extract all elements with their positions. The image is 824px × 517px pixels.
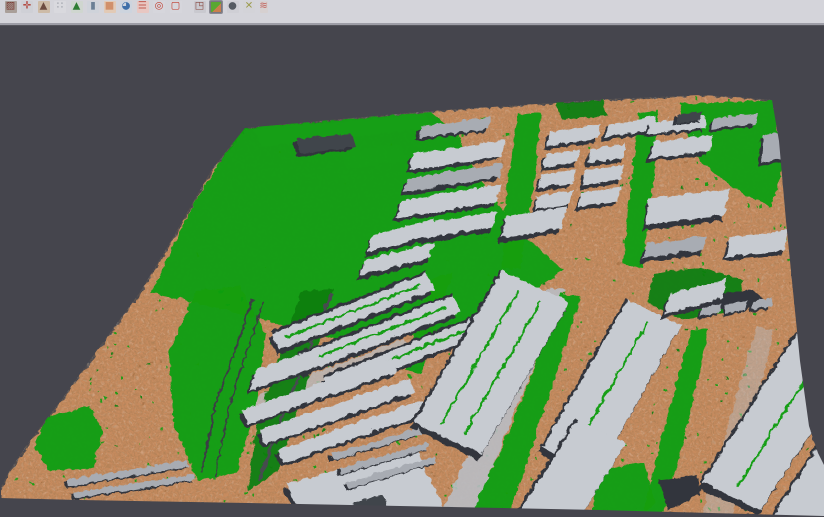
globe-3d-icon-glyph: ◕ xyxy=(122,1,131,13)
measure-icon-glyph: ✕ xyxy=(245,1,253,13)
profile-view-icon[interactable]: ▮ xyxy=(87,1,99,13)
clip-region-icon[interactable]: ◳ xyxy=(194,1,206,13)
sphere-render-icon[interactable]: ● xyxy=(227,1,239,13)
ortho-view-icon[interactable]: ■ xyxy=(104,1,116,13)
tools-icon[interactable]: ≋ xyxy=(260,1,268,13)
measure-icon[interactable]: ✕ xyxy=(243,1,255,13)
tin-surface-icon[interactable]: ▲ xyxy=(71,1,83,13)
zoom-extent-icon[interactable]: ▢ xyxy=(170,1,182,13)
target-select-icon[interactable]: ◎ xyxy=(153,1,165,13)
scene-canvas xyxy=(0,26,824,517)
zoom-extent-icon-glyph: ▢ xyxy=(171,1,180,13)
pan-move-icon-glyph: ✛ xyxy=(23,1,31,13)
point-cloud-icon-glyph: ∷ xyxy=(57,1,63,13)
open-file-icon[interactable]: ▨ xyxy=(5,1,17,13)
tin-surface-icon-glyph: ▲ xyxy=(73,1,81,13)
terrain-mountain-icon-glyph: ▲ xyxy=(40,1,48,13)
elevation-layers-icon[interactable]: ☰ xyxy=(137,1,149,13)
profile-view-icon-glyph: ▮ xyxy=(90,1,96,13)
ortho-view-icon-glyph: ■ xyxy=(105,1,114,13)
globe-3d-icon[interactable]: ◕ xyxy=(120,1,132,13)
building xyxy=(757,128,800,165)
application-window: ▨ ✛ ▲ ∷ ▲ ▮ ■ ◕ ☰ ◎ ▢ ◳ ● ✕ ≋ xyxy=(0,0,824,517)
terrain-scene xyxy=(0,26,824,517)
classification-colors-icon[interactable] xyxy=(210,1,222,13)
tools-icon-glyph: ≋ xyxy=(260,1,268,13)
elevation-layers-icon-glyph: ☰ xyxy=(138,1,147,13)
terrain-mountain-icon[interactable]: ▲ xyxy=(38,1,50,13)
viewport-3d[interactable] xyxy=(0,25,824,517)
open-file-icon-glyph: ▨ xyxy=(6,1,15,13)
clip-region-icon-glyph: ◳ xyxy=(195,1,204,13)
vegetation-patch xyxy=(555,99,606,118)
target-select-icon-glyph: ◎ xyxy=(155,1,164,13)
building-roof xyxy=(760,128,800,161)
vegetation-patch xyxy=(34,405,102,469)
pan-move-icon[interactable]: ✛ xyxy=(21,1,33,13)
point-cloud-icon[interactable]: ∷ xyxy=(54,1,66,13)
sphere-render-icon-glyph: ● xyxy=(228,1,237,13)
main-toolbar: ▨ ✛ ▲ ∷ ▲ ▮ ■ ◕ ☰ ◎ ▢ ◳ ● ✕ ≋ xyxy=(0,0,824,25)
